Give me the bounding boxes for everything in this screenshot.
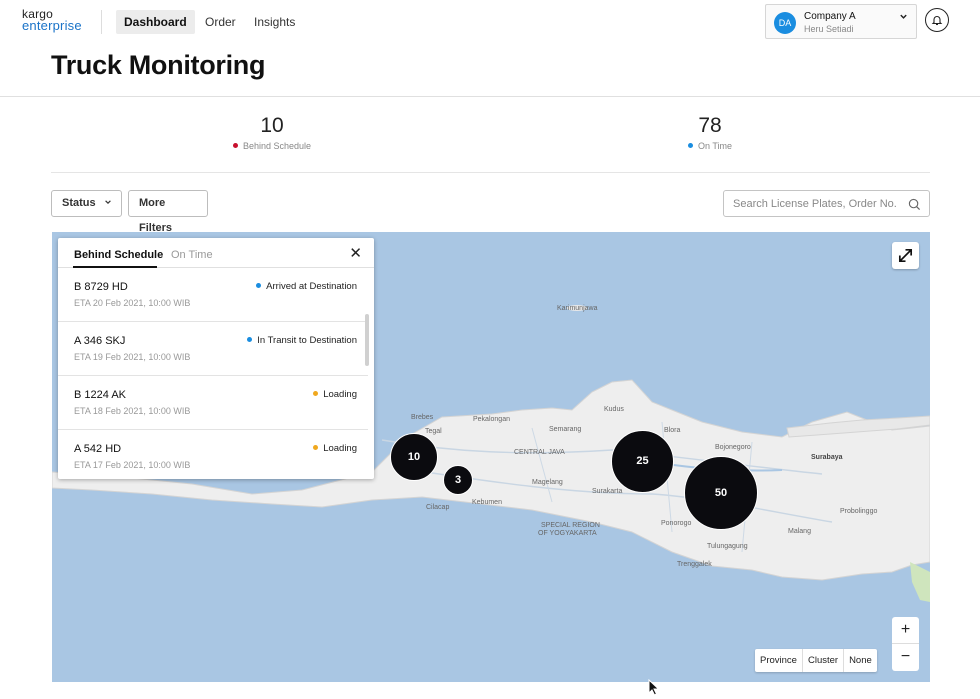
status-filter-button[interactable]: Status [51, 190, 122, 217]
bell-icon[interactable] [925, 8, 949, 32]
eta-text: ETA 17 Feb 2021, 10:00 WIB [74, 460, 191, 470]
tab-on-time[interactable]: On Time [171, 249, 213, 261]
stat-label: On Time [697, 141, 732, 151]
truck-list-panel: Behind Schedule On Time ✕ B 8729 HD ETA … [58, 238, 374, 479]
map-label-central-java: CENTRAL JAVA [514, 449, 565, 456]
map-label-tulungagung: Tulungagung [707, 543, 748, 550]
map-label-ponorogo: Ponorogo [661, 520, 692, 527]
panel-scrollbar[interactable] [365, 314, 369, 366]
map-label-bojonegoro: Bojonegoro [715, 444, 751, 451]
nav-order[interactable]: Order [197, 10, 244, 34]
license-plate: A 542 HD [74, 443, 122, 455]
eta-text: ETA 18 Feb 2021, 10:00 WIB [74, 406, 191, 416]
company-switcher[interactable]: DA Company A Heru Setiadi [765, 4, 917, 39]
search-input[interactable]: Search License Plates, Order No. [723, 190, 930, 217]
map-label-blora: Blora [664, 427, 681, 434]
tab-behind-schedule[interactable]: Behind Schedule [74, 249, 163, 261]
map-cluster-marker[interactable]: 50 [684, 456, 758, 530]
map-label-surabaya: Surabaya [811, 454, 843, 461]
license-plate: A 346 SKJ [74, 335, 126, 347]
status-text: Loading [323, 389, 357, 400]
map-label-cilacap: Cilacap [426, 504, 450, 511]
mouse-cursor [648, 678, 660, 699]
panel-tabs: Behind Schedule On Time ✕ [58, 238, 374, 268]
map-cluster-marker[interactable]: 25 [611, 430, 674, 493]
truck-list-item[interactable]: A 542 HD ETA 17 Feb 2021, 10:00 WIB Load… [58, 430, 368, 479]
eta-text: ETA 20 Feb 2021, 10:00 WIB [74, 298, 191, 308]
zoom-out-button[interactable]: − [892, 644, 919, 671]
mode-province-button[interactable]: Province [755, 649, 803, 672]
stat-on-time[interactable]: 78 On Time [610, 114, 810, 151]
top-navigation: kargo enterprise Dashboard Order Insight… [0, 0, 980, 42]
expand-icon [898, 248, 913, 263]
search-icon [908, 198, 921, 211]
stat-label: Behind Schedule [242, 141, 312, 151]
license-plate: B 1224 AK [74, 389, 126, 401]
status-dot-red [232, 143, 238, 148]
stat-label-row: On Time [610, 141, 810, 151]
map-label-brebes: Brebes [411, 414, 434, 421]
more-filters-button[interactable]: More Filters [128, 190, 208, 234]
page-title: Truck Monitoring [51, 50, 266, 80]
map-label-trenggalek: Trenggalek [677, 561, 712, 568]
map-label-semarang: Semarang [549, 426, 582, 433]
map-label-malang: Malang [788, 528, 811, 535]
eta-text: ETA 19 Feb 2021, 10:00 WIB [74, 352, 191, 362]
status-dot [256, 283, 262, 288]
map-mode-toggle: Province Cluster None [755, 649, 877, 672]
stat-label-row: Behind Schedule [172, 141, 372, 151]
nav-divider [101, 10, 102, 34]
map-label-special-region: SPECIAL REGION [541, 522, 600, 529]
status-text: Arrived at Destination [266, 281, 357, 292]
map-cluster-marker[interactable]: 3 [443, 465, 473, 495]
map-label-karimunjawa: Karimunjawa [557, 305, 598, 312]
map-label-probolinggo: Probolinggo [840, 508, 878, 515]
close-icon[interactable]: ✕ [349, 244, 362, 262]
map-label-pekalongan: Pekalongan [473, 416, 510, 423]
stat-value: 10 [260, 114, 284, 137]
status-text: In Transit to Destination [257, 335, 357, 346]
search-placeholder: Search License Plates, Order No. [733, 198, 897, 210]
status-text: Loading [323, 443, 357, 454]
avatar: DA [774, 12, 796, 34]
truck-list-item[interactable]: A 346 SKJ ETA 19 Feb 2021, 10:00 WIB In … [58, 322, 368, 376]
zoom-in-button[interactable]: + [892, 617, 919, 644]
status-dot [247, 337, 253, 342]
map-label-tegal: Tegal [425, 428, 442, 435]
status-dot-blue [687, 143, 693, 148]
stats-divider [51, 172, 930, 173]
chevron-down-icon [899, 12, 908, 23]
status-badge: Loading [313, 389, 357, 400]
license-plate: B 8729 HD [74, 281, 128, 293]
logo-line-2: enterprise [22, 18, 82, 33]
status-dot [313, 445, 319, 450]
nav-insights[interactable]: Insights [246, 10, 303, 34]
status-badge: Arrived at Destination [256, 281, 357, 292]
company-name: Company A [804, 11, 856, 22]
map-label-of-yogyakarta: OF YOGYAKARTA [538, 530, 597, 537]
chevron-down-icon [104, 191, 112, 216]
status-badge: In Transit to Destination [247, 335, 357, 346]
kargo-logo[interactable]: kargo enterprise [22, 8, 82, 32]
map-label-surakarta: Surakarta [592, 488, 623, 495]
status-filter-label: Status [62, 197, 96, 209]
map-label-kudus: Kudus [604, 406, 624, 413]
stat-behind-schedule[interactable]: 10 Behind Schedule [172, 114, 372, 151]
status-badge: Loading [313, 443, 357, 454]
mode-cluster-button[interactable]: Cluster [803, 649, 845, 672]
header-divider [0, 96, 980, 97]
truck-list-item[interactable]: B 8729 HD ETA 20 Feb 2021, 10:00 WIB Arr… [58, 268, 368, 322]
truck-list-item[interactable]: B 1224 AK ETA 18 Feb 2021, 10:00 WIB Loa… [58, 376, 368, 430]
user-name: Heru Setiadi [804, 24, 854, 34]
map-label-kebumen: Kebumen [472, 499, 502, 506]
map-label-magelang: Magelang [532, 479, 563, 486]
status-dot [313, 391, 319, 396]
map-cluster-marker[interactable]: 10 [390, 433, 438, 481]
stat-value: 78 [698, 114, 722, 137]
mode-none-button[interactable]: None [844, 649, 877, 672]
fullscreen-button[interactable] [892, 242, 919, 269]
nav-dashboard[interactable]: Dashboard [116, 10, 195, 34]
